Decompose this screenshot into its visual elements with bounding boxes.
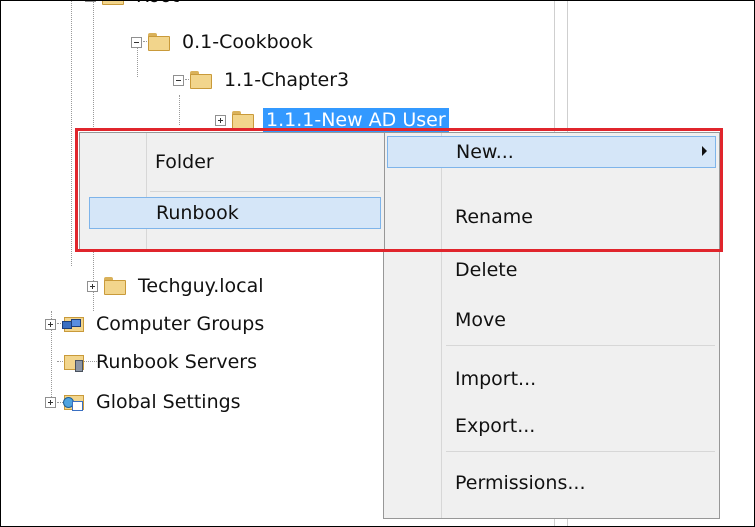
menu-item-import[interactable]: Import... <box>387 363 716 395</box>
menu-item-new[interactable]: New... <box>387 136 716 168</box>
tree-node-label: 0.1-Cookbook <box>182 31 313 53</box>
collapse-icon[interactable] <box>173 74 184 86</box>
folder-icon <box>190 71 212 89</box>
submenu-item-runbook[interactable]: Runbook <box>89 197 381 229</box>
menu-item-rename[interactable]: Rename <box>387 201 716 233</box>
tree-connector <box>71 1 72 266</box>
tree-node-label-selected: 1.1.1-New AD User <box>263 108 449 132</box>
tree-node-label: 1.1-Chapter3 <box>224 69 350 91</box>
expand-icon[interactable] <box>87 280 98 292</box>
tree-node-root[interactable]: Root <box>85 1 182 11</box>
menu-item-label: Export... <box>455 415 536 437</box>
tree-node-cookbook[interactable]: 0.1-Cookbook <box>131 27 316 57</box>
expand-icon[interactable] <box>45 318 56 330</box>
menu-item-label: Delete <box>455 259 518 281</box>
tree-node-label: Techguy.local <box>138 275 264 297</box>
runbook-servers-icon <box>62 352 84 372</box>
submenu-arrow-icon <box>702 146 707 156</box>
tree-node-label: Computer Groups <box>96 313 265 335</box>
menu-item-move[interactable]: Move <box>387 304 716 336</box>
folder-icon <box>148 33 170 51</box>
folder-icon <box>104 277 126 295</box>
expand-icon[interactable] <box>215 114 226 126</box>
tree-node-global-settings[interactable]: Global Settings <box>45 387 244 417</box>
tree-node-chapter3[interactable]: 1.1-Chapter3 <box>173 65 352 95</box>
new-submenu: Folder Runbook <box>79 132 385 250</box>
tree-node-label: Global Settings <box>96 391 241 413</box>
menu-item-label: Runbook <box>156 202 239 224</box>
submenu-item-folder[interactable]: Folder <box>83 146 381 178</box>
collapse-icon[interactable] <box>131 36 142 48</box>
collapse-icon[interactable] <box>85 1 96 2</box>
tree-node-runbook-servers[interactable]: Runbook Servers <box>62 347 260 377</box>
tree-node-computer-groups[interactable]: Computer Groups <box>45 309 267 339</box>
context-menu: New... Rename Delete Move Import... Expo… <box>383 132 720 519</box>
menu-separator <box>150 191 380 192</box>
global-settings-icon <box>62 392 84 412</box>
window-frame: Root 0.1-Cookbook 1.1-Chapter3 1.1.1-New… <box>0 0 755 527</box>
tree-node-techguy-local[interactable]: Techguy.local <box>87 271 267 301</box>
computer-groups-icon <box>62 314 84 334</box>
menu-item-label: Import... <box>455 368 537 390</box>
expand-icon[interactable] <box>45 396 56 408</box>
menu-item-export[interactable]: Export... <box>387 410 716 442</box>
menu-item-label: Rename <box>455 206 533 228</box>
tree-connector <box>179 95 180 125</box>
menu-item-delete[interactable]: Delete <box>387 254 716 286</box>
folder-icon <box>102 1 124 5</box>
menu-separator <box>446 451 715 452</box>
menu-item-label: New... <box>456 141 514 163</box>
menu-item-label: Move <box>455 309 506 331</box>
tree-node-label: Root <box>133 1 182 8</box>
menu-item-permissions[interactable]: Permissions... <box>387 467 716 499</box>
folder-icon <box>232 111 254 129</box>
tree-node-label: Runbook Servers <box>96 351 257 373</box>
menu-separator <box>446 345 715 346</box>
menu-item-label: Permissions... <box>455 472 586 494</box>
menu-item-label: Folder <box>155 151 214 173</box>
tree-node-new-ad-user[interactable]: 1.1.1-New AD User <box>215 105 449 135</box>
